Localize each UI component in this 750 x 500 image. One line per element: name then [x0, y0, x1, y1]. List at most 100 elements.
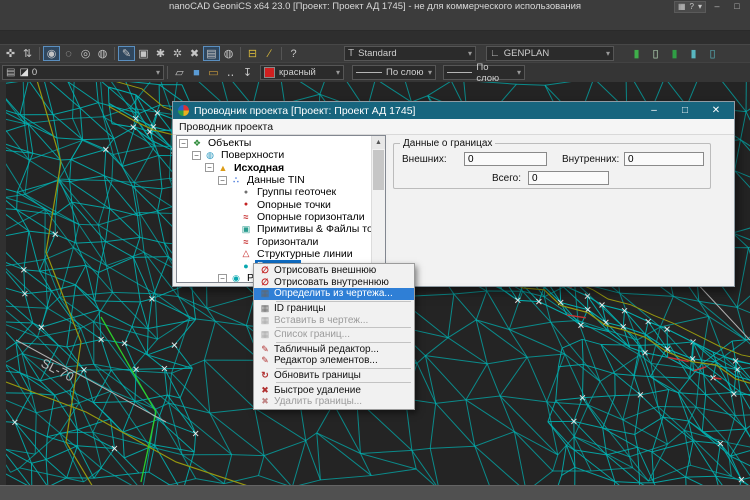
linetype-combo[interactable]: По слою ▾: [352, 65, 436, 80]
tree-item[interactable]: Опорные точки: [177, 198, 372, 210]
tree-scrollbar[interactable]: ▲ ▼: [371, 136, 385, 282]
statusbar: [0, 485, 750, 500]
context-menu-item[interactable]: Обновить границы: [254, 370, 414, 382]
pan-icon[interactable]: ✜: [2, 46, 19, 61]
zoom-window-icon[interactable]: ◉: [43, 46, 60, 61]
layer-value: 0: [32, 67, 37, 78]
linetype-value: По слою: [386, 67, 424, 78]
color-combo[interactable]: красный ▾: [260, 65, 344, 80]
context-menu-item[interactable]: ID границы: [254, 303, 414, 315]
chevron-down-icon[interactable]: ▾: [424, 68, 432, 77]
internal-input[interactable]: [624, 152, 704, 166]
grid-icon[interactable]: ▦: [678, 2, 686, 11]
geonics-doc-icon[interactable]: ▮: [666, 46, 683, 61]
text-style-icon: T: [348, 48, 354, 59]
options-icon[interactable]: ✲: [169, 46, 186, 61]
context-menu-item[interactable]: Быстрое удаление: [254, 384, 414, 396]
sphere-icon[interactable]: ◍: [220, 46, 237, 61]
context-menu-item[interactable]: Отрисовать внутреннюю: [254, 277, 414, 289]
geonics-import-icon[interactable]: ▮: [685, 46, 702, 61]
tree-expander-icon[interactable]: [218, 176, 227, 185]
tree-item-label: Опорные горизонтали: [255, 211, 367, 223]
tree-item[interactable]: Объекты: [177, 137, 372, 149]
external-input[interactable]: [464, 152, 547, 166]
tree-item[interactable]: Примитивы & Файлы точек: [177, 223, 372, 235]
section-icon[interactable]: ⊟: [244, 46, 261, 61]
chevron-down-icon[interactable]: ▾: [513, 68, 521, 77]
geonics-new-doc-icon[interactable]: ▯: [647, 46, 664, 61]
quick-access-group[interactable]: ▦ ? ▾: [674, 1, 706, 13]
chevron-down-icon[interactable]: ▾: [602, 49, 610, 58]
tree-item[interactable]: Структурные линии: [177, 248, 372, 260]
tree-expander-icon[interactable]: [218, 274, 227, 283]
zoom-scale-icon[interactable]: ◎: [77, 46, 94, 61]
edit-mode-icon[interactable]: ✎: [118, 46, 135, 61]
lineweight-value: По слою: [476, 62, 513, 84]
tree-item-label: Исходная: [232, 162, 286, 174]
external-label: Внешних:: [402, 154, 464, 165]
dialog-titlebar[interactable]: Проводник проекта [Проект: Проект АД 174…: [173, 102, 734, 119]
display-settings-icon[interactable]: ▣: [135, 46, 152, 61]
context-menu-item-label: Удалить границы...: [274, 396, 362, 407]
context-menu-item[interactable]: Отрисовать внешнюю: [254, 265, 414, 277]
internal-field-row: Внутренних:: [562, 152, 704, 166]
book-icon[interactable]: ▤: [203, 46, 220, 61]
eraser-icon[interactable]: ▱: [171, 65, 188, 80]
pin-icon[interactable]: ↧: [239, 65, 256, 80]
separator: [276, 342, 411, 343]
total-input[interactable]: [528, 171, 609, 185]
context-menu-item[interactable]: Табличный редактор...: [254, 344, 414, 356]
tree-item-label: Поверхности: [219, 149, 286, 161]
dialog-minimize-button[interactable]: –: [641, 105, 667, 116]
app-titlebar: nanoCAD GeoniCS x64 23.0 [Проект: Проект…: [0, 0, 750, 13]
edit-node-icon: [230, 273, 242, 283]
help-icon[interactable]: ?: [285, 46, 302, 61]
slope-icon[interactable]: ∕: [261, 46, 278, 61]
dialog-menu-item[interactable]: Проводник проекта: [179, 121, 273, 133]
dim-style-combo[interactable]: ∟ GENPLAN ▾: [486, 46, 614, 61]
tree-expander-icon[interactable]: [179, 139, 188, 148]
gear-icon[interactable]: ✱: [152, 46, 169, 61]
zoom-dynamic-icon[interactable]: ◌: [60, 46, 77, 61]
context-menu-item[interactable]: Удалить границы...: [254, 396, 414, 408]
tree-item[interactable]: Исходная: [177, 162, 372, 174]
folder-icon[interactable]: ▭: [205, 65, 222, 80]
dialog-close-button[interactable]: ✕: [703, 105, 729, 116]
chevron-down-icon[interactable]: ▾: [698, 2, 702, 11]
project-tree-panel: Объекты Поверхности Исходная Данные TIN …: [176, 135, 386, 283]
chevron-down-icon[interactable]: ▾: [332, 68, 340, 77]
contours-red-icon: [240, 237, 252, 247]
chevron-down-icon[interactable]: ▾: [152, 68, 160, 77]
tree-item[interactable]: Опорные горизонтали: [177, 211, 372, 223]
layer-combo[interactable]: ▤ ◪ 0 ▾: [2, 65, 164, 80]
tree-item[interactable]: Поверхности: [177, 149, 372, 161]
fill-color-icon[interactable]: ■: [188, 65, 205, 80]
geonics-open-project-icon[interactable]: ▮: [628, 46, 645, 61]
text-style-combo[interactable]: T Standard ▾: [344, 46, 476, 61]
minimize-button[interactable]: –: [708, 1, 726, 12]
chevron-down-icon[interactable]: ▾: [464, 49, 472, 58]
zoom-realtime-icon[interactable]: ⇅: [19, 46, 36, 61]
tree-item[interactable]: Данные TIN: [177, 174, 372, 186]
zoom-previous-icon[interactable]: ◍: [94, 46, 111, 61]
context-menu-item[interactable]: Определить из чертежа...: [254, 288, 414, 300]
match-props-icon[interactable]: ‥: [222, 65, 239, 80]
geonics-export-icon[interactable]: ▯: [704, 46, 721, 61]
tree-item[interactable]: Группы геоточек: [177, 186, 372, 198]
separator: [276, 368, 411, 369]
scroll-up-icon[interactable]: ▲: [372, 136, 385, 149]
maximize-button[interactable]: □: [728, 1, 746, 12]
lineweight-combo[interactable]: По слою ▾: [443, 65, 525, 80]
tree-expander-icon[interactable]: [192, 151, 201, 160]
scrollbar-thumb[interactable]: [373, 150, 384, 190]
tree-item[interactable]: Горизонтали: [177, 235, 372, 247]
tools-icon[interactable]: ✖: [186, 46, 203, 61]
dialog-maximize-button[interactable]: □: [672, 105, 698, 116]
color-swatch-red: [264, 67, 275, 78]
context-menu-item[interactable]: Список границ...: [254, 329, 414, 341]
help-icon[interactable]: ?: [690, 2, 694, 11]
tree-expander-icon[interactable]: [205, 163, 214, 172]
draw-outer-icon: [256, 265, 274, 276]
context-menu-item[interactable]: Вставить в чертеж...: [254, 314, 414, 326]
context-menu-item[interactable]: Редактор элементов...: [254, 355, 414, 367]
